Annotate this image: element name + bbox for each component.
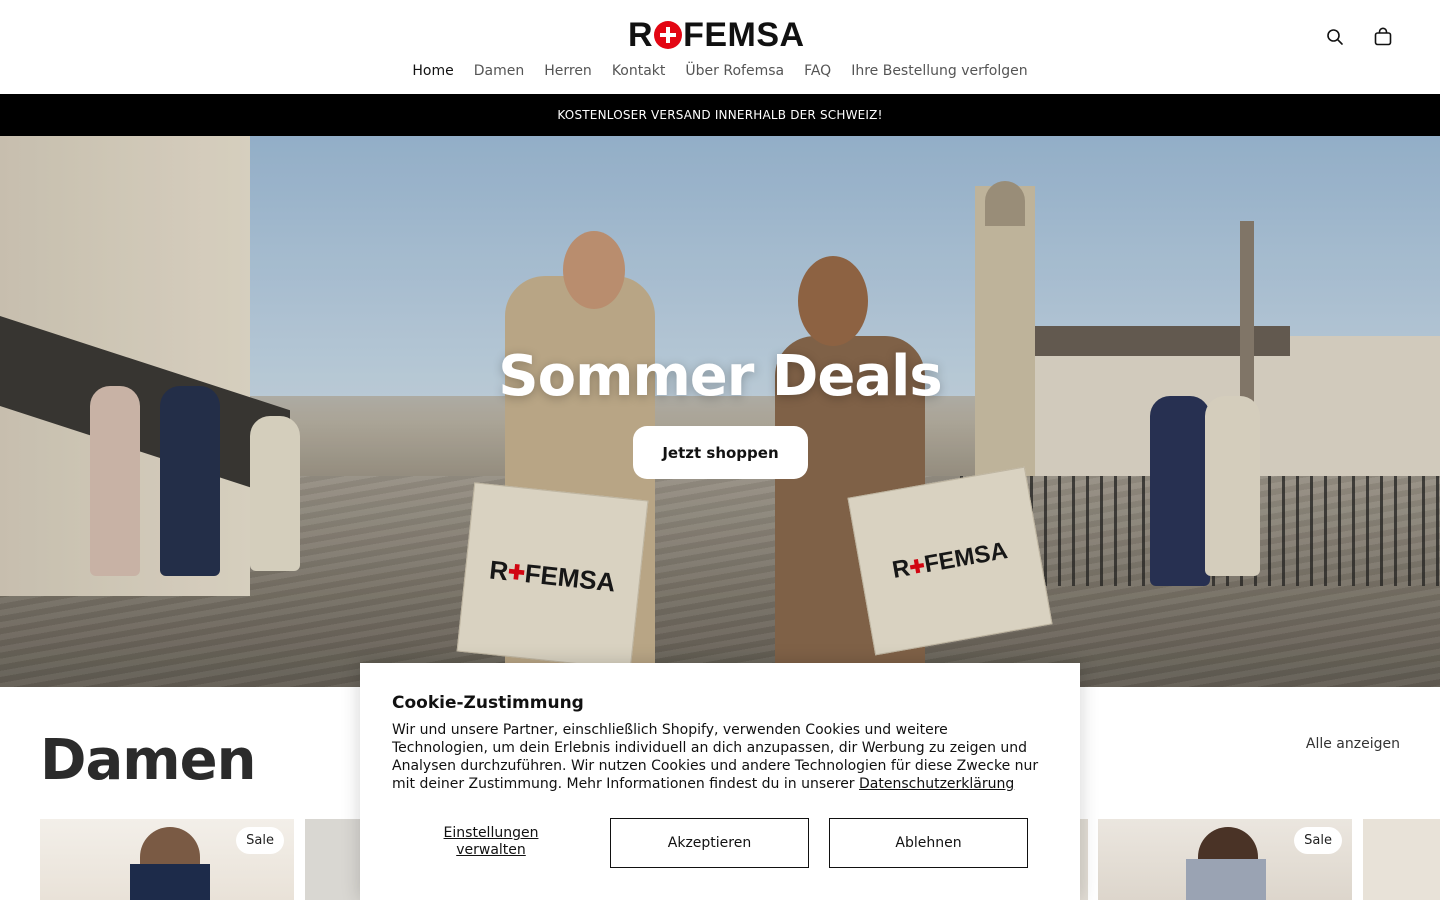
- hero-overlay: [0, 136, 1440, 687]
- product-image: [305, 819, 365, 900]
- shopping-bag-icon[interactable]: [1370, 24, 1396, 50]
- nav-item-ueber-rofemsa[interactable]: Über Rofemsa: [685, 63, 784, 79]
- sale-badge: Sale: [236, 827, 284, 854]
- nav-item-herren[interactable]: Herren: [544, 63, 592, 79]
- model-dress: [130, 864, 210, 900]
- nav-item-faq[interactable]: FAQ: [804, 63, 831, 79]
- logo-text-right: FEMSA: [683, 15, 805, 54]
- swiss-cross-icon: [654, 21, 683, 49]
- view-all-link[interactable]: Alle anzeigen: [1306, 736, 1400, 752]
- sale-badge: Sale: [1294, 827, 1342, 854]
- hero-banner: R ✚ FEMSA R ✚ FEMSA Sommer Deals Jetzt shopp…: [0, 136, 1440, 687]
- announcement-text: KOSTENLOSER VERSAND INNERHALB DER SCHWEI…: [557, 108, 883, 122]
- product-card[interactable]: Sale: [40, 819, 294, 900]
- product-card[interactable]: Sale: [1098, 819, 1352, 900]
- header-actions: [1322, 24, 1396, 50]
- hero-title: Sommer Deals: [498, 344, 942, 409]
- logo-text-left: R: [628, 15, 654, 54]
- brand-logo[interactable]: R FEMSA: [628, 15, 805, 54]
- nav-item-damen[interactable]: Damen: [474, 63, 524, 79]
- nav-item-order-tracking[interactable]: Ihre Bestellung verfolgen: [851, 63, 1027, 79]
- model-dress: [1186, 859, 1266, 900]
- shop-now-button[interactable]: Jetzt shoppen: [633, 426, 808, 479]
- cookie-title: Cookie-Zustimmung: [392, 693, 584, 713]
- site-header: R FEMSA Home Damen Herren Kontakt Über R…: [0, 0, 1440, 94]
- product-card[interactable]: [1363, 819, 1440, 900]
- search-icon[interactable]: [1322, 24, 1348, 50]
- collection-title: Damen: [40, 728, 256, 793]
- product-image: [1363, 819, 1440, 900]
- nav-item-home[interactable]: Home: [412, 63, 453, 79]
- cookie-text: Wir und unsere Partner, einschließlich S…: [392, 721, 1042, 793]
- product-card[interactable]: [305, 819, 365, 900]
- main-nav: Home Damen Herren Kontakt Über Rofemsa F…: [0, 63, 1440, 79]
- privacy-policy-link[interactable]: Datenschutzerklärung: [859, 776, 1014, 792]
- announcement-bar: KOSTENLOSER VERSAND INNERHALB DER SCHWEI…: [0, 94, 1440, 136]
- accept-button[interactable]: Akzeptieren: [610, 818, 809, 868]
- nav-item-kontakt[interactable]: Kontakt: [612, 63, 666, 79]
- manage-settings-button[interactable]: Einstellungen verwalten: [430, 825, 552, 859]
- cookie-consent-dialog: Cookie-Zustimmung Wir und unsere Partner…: [360, 663, 1080, 900]
- decline-button[interactable]: Ablehnen: [829, 818, 1028, 868]
